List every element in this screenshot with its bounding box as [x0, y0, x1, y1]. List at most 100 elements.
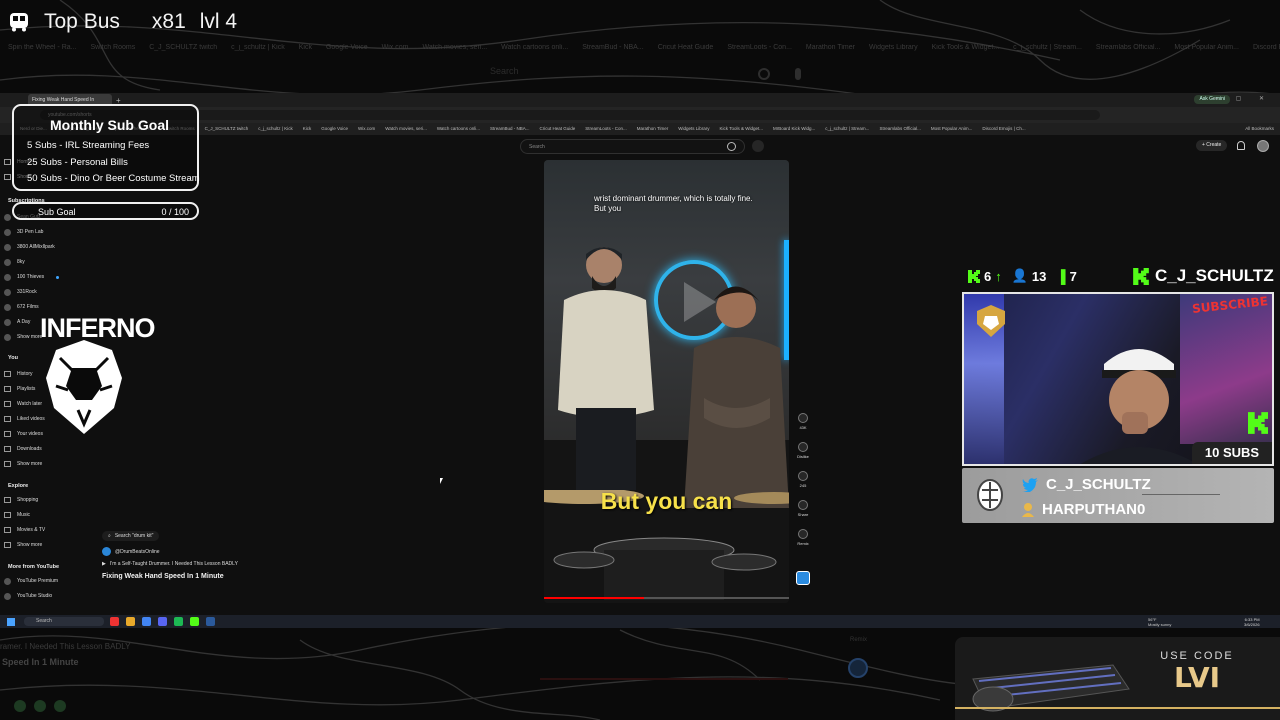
sidebar-icon	[4, 512, 11, 518]
search-icon[interactable]	[727, 142, 736, 151]
create-button[interactable]: + Create	[1196, 140, 1228, 151]
video-subtitle-row: ▶ I'm a Self-Taught Drummer. I Needed Th…	[102, 561, 402, 567]
sidebar-item[interactable]: Playlists	[4, 384, 35, 394]
mic-icon[interactable]	[752, 140, 764, 152]
background-bookmark: StreamBud - NBA...	[582, 44, 644, 51]
steam-icon[interactable]	[206, 617, 215, 626]
bookmark-item[interactable]: StreamBud - NBA...	[490, 126, 530, 132]
bookmark-item[interactable]: c_j_schultz | Kick	[258, 126, 292, 132]
yt-search-input[interactable]: Search	[520, 139, 745, 154]
bookmark-item[interactable]: Wix.com	[358, 126, 375, 132]
sidebar-item[interactable]: Show more	[4, 459, 42, 469]
bookmark-item[interactable]: Watch movies, seri...	[385, 126, 427, 132]
sidebar-item[interactable]: Shopping	[4, 495, 38, 505]
avatar[interactable]	[1257, 140, 1269, 152]
top-bus-level: lvl 4	[199, 10, 238, 33]
sidebar-item[interactable]: Movies & TV	[4, 525, 45, 535]
sidebar-item[interactable]: Your videos	[4, 429, 43, 439]
sidebar-item[interactable]: Show more	[4, 540, 42, 550]
video-title[interactable]: Fixing Weak Hand Speed In 1 Minute	[102, 573, 402, 580]
sidebar-item[interactable]: A Day	[4, 317, 30, 327]
sidebar-icon	[4, 386, 11, 392]
shorts-actions: 43K Dislike 245 Share Remix	[795, 413, 811, 558]
discord-icon[interactable]	[158, 617, 167, 626]
like-button[interactable]: 43K	[795, 413, 811, 430]
taskbar-weather[interactable]: 56°F Mostly sunny	[1148, 617, 1171, 627]
bookmark-item[interactable]: Marathon Timer	[637, 126, 669, 132]
windows-start-icon[interactable]	[7, 618, 15, 626]
background-bookmark: c_j_schultz | Kick	[231, 44, 285, 51]
sidebar-item[interactable]: 8ky	[4, 257, 25, 267]
sidebar-item[interactable]: 672 Films	[4, 302, 39, 312]
weather-desc: Mostly sunny	[1148, 622, 1172, 627]
app-icon[interactable]	[110, 617, 119, 626]
new-content-dot	[56, 275, 60, 279]
channel-avatar	[4, 243, 11, 251]
sidebar-item-label: Playlists	[17, 386, 36, 392]
sidebar-item[interactable]: 3800 AllMixIlpark	[4, 242, 55, 252]
channel-avatar	[102, 547, 111, 556]
channel-avatar	[4, 258, 11, 266]
bookmark-item[interactable]: MrBoard Kick Widg...	[773, 126, 815, 132]
bookmark-item[interactable]: Widgets Library	[678, 126, 709, 132]
bookmark-item[interactable]: StreamLoots - Con...	[585, 126, 627, 132]
sidebar-item-label: Shopping	[17, 497, 39, 503]
chrome-icon[interactable]	[142, 617, 151, 626]
sidebar-item[interactable]: Liked videos	[4, 414, 45, 424]
background-bookmark: Google Voice	[325, 44, 368, 51]
bookmark-item[interactable]: Kick Tools & Widget...	[720, 126, 763, 132]
sidebar-item[interactable]: YouTube Studio	[4, 591, 52, 601]
taskbar-search[interactable]: Search	[24, 617, 104, 626]
social-panel: C_J_SCHULTZ HARPUTHAN0	[962, 468, 1274, 523]
sidebar-item[interactable]: 100 Thieves	[4, 272, 60, 282]
sidebar-item-label: A Day	[17, 319, 31, 325]
shorts-player[interactable]: wrist dominant drummer, which is totally…	[544, 160, 789, 603]
sidebar-item-label: History	[17, 371, 33, 377]
sidebar-item[interactable]: YouTube Premium	[4, 576, 58, 586]
bookmark-item[interactable]: c_j_schultz | Stream...	[825, 126, 869, 132]
url-field[interactable]: youtube.com/shorts	[40, 110, 1100, 120]
remix-thumbnail[interactable]	[796, 571, 810, 585]
video-progress-bar[interactable]	[544, 597, 789, 599]
sidebar-item[interactable]: 331Rock	[4, 287, 37, 297]
comment-button[interactable]: 245	[795, 471, 811, 488]
bookmark-item[interactable]: Streamlabs Official...	[879, 126, 920, 132]
channel-avatar	[4, 273, 11, 281]
background-bookmark: Watch cartoons onli...	[501, 44, 569, 51]
sidebar-item[interactable]: History	[4, 369, 33, 379]
channel-row[interactable]: @DrumBeatsOnline	[102, 547, 402, 556]
bookmark-item[interactable]: Most Popular Anim...	[931, 126, 973, 132]
sidebar-item[interactable]: Watch later	[4, 399, 42, 409]
search-chip[interactable]: ⌕ Search "drum kit"	[102, 531, 160, 541]
background-bookmarks: Spin the Wheel - Ra... Switch Rooms C_J_SC…	[0, 44, 1280, 58]
remix-icon	[798, 529, 808, 539]
kick-icon[interactable]	[190, 617, 199, 626]
kick-logo-icon	[968, 269, 980, 283]
bookmark-item[interactable]: C_J_SCHULTZ twitch	[205, 126, 249, 132]
action-label: Share	[797, 512, 809, 517]
remix-button[interactable]: Remix	[795, 529, 811, 546]
sidebar-item[interactable]: Show more	[4, 332, 42, 342]
lion-logo-icon	[46, 340, 122, 434]
all-bookmarks[interactable]: All Bookmarks	[1245, 126, 1274, 131]
window-controls[interactable]: — ▢ ✕	[1212, 95, 1272, 102]
sidebar-item[interactable]: 3D Pen Lab	[4, 227, 43, 237]
taskbar-clock[interactable]: 6:33 PM 3/6/2026	[1244, 617, 1260, 627]
user-icon: 👤	[1011, 268, 1028, 283]
bookmark-item[interactable]: Discord Emojis | Ch...	[982, 126, 1025, 132]
share-button[interactable]: Share	[795, 500, 811, 517]
bell-icon[interactable]	[1237, 141, 1245, 150]
mouse-cursor-icon	[440, 478, 443, 484]
sidebar-item[interactable]: Downloads	[4, 444, 42, 454]
folder-icon[interactable]	[126, 617, 135, 626]
bookmark-item[interactable]: Kick	[303, 126, 312, 132]
share-icon	[798, 500, 808, 510]
bookmark-item[interactable]: Cricut Heat Guide	[539, 126, 575, 132]
sidebar-item[interactable]: Music	[4, 510, 30, 520]
webcam-frame: SUBSCRIBE 10 SUBS	[962, 292, 1274, 466]
dislike-button[interactable]: Dislike	[795, 442, 811, 459]
sidebar-icon	[4, 446, 11, 452]
spotify-icon[interactable]	[174, 617, 183, 626]
bookmark-item[interactable]: Watch cartoons onli...	[437, 126, 480, 132]
bookmark-item[interactable]: Google Voice	[321, 126, 348, 132]
